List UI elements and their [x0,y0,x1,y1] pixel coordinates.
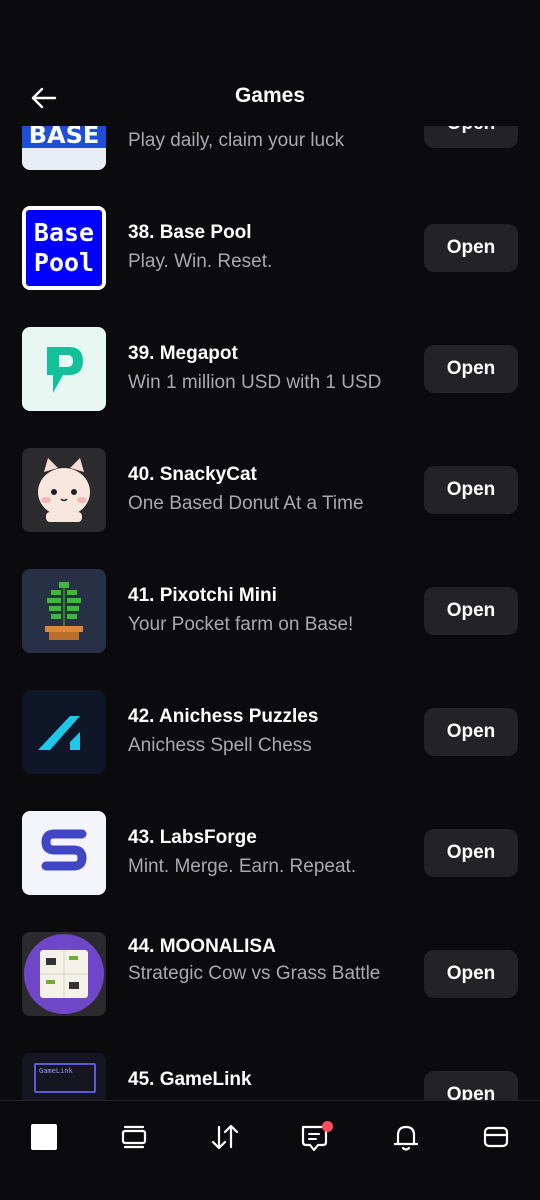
bottom-navigation [0,1100,540,1200]
item-description: Play. Win. Reset. [128,251,273,272]
item-title: 43. LabsForge [128,827,257,848]
open-button[interactable]: Open [424,708,518,756]
item-description: One Based Donut At a Time [128,493,364,514]
gamelink-icon: GameLink [22,1053,106,1100]
open-button[interactable]: Open [424,466,518,514]
item-description: Your Pocket farm on Base! [128,614,354,635]
megapot-icon [22,327,106,411]
anichess-icon [22,690,106,774]
base-pool-logo-line2: Pool [33,248,95,277]
open-button[interactable]: Open [424,1071,518,1100]
item-title: 45. GameLink [128,1069,252,1090]
item-title: 39. Megapot [128,343,238,364]
moonalisa-icon [22,932,106,1016]
home-icon[interactable] [22,1101,66,1173]
list-item[interactable]: 42. Anichess Puzzles Anichess Spell Ches… [22,690,518,774]
swap-icon[interactable] [203,1101,247,1173]
notifications-icon[interactable] [384,1101,428,1173]
open-button[interactable]: Open [424,587,518,635]
open-button[interactable]: Open [424,829,518,877]
item-title: 42. Anichess Puzzles [128,706,319,727]
feed-icon[interactable] [112,1101,156,1173]
list-item[interactable]: Base Pool 38. Base Pool Play. Win. Reset… [22,206,518,290]
labsforge-icon [22,811,106,895]
item-description: Strategic Cow vs Grass Battle [128,963,381,984]
list-item[interactable]: GameLink 45. GameLink Open [22,1053,518,1100]
games-list[interactable]: BASE Play daily, claim your luck Open Ba… [0,0,540,1100]
top-app-bar: Games [0,0,540,126]
gamelink-logo-text: GameLink [34,1063,96,1093]
item-description: Play daily, claim your luck [128,130,345,151]
base-pool-icon: Base Pool [22,206,106,290]
list-item[interactable]: 40. SnackyCat One Based Donut At a Time … [22,448,518,532]
item-title: 44. MOONALISA [128,936,276,957]
notification-dot [322,1121,334,1132]
pixotchi-plant-icon [22,569,106,653]
list-item[interactable]: 44. MOONALISA Strategic Cow vs Grass Bat… [22,932,518,1016]
item-title: 38. Base Pool [128,222,252,243]
wallet-icon[interactable] [474,1101,518,1173]
base-pool-logo-line1: Base [33,218,95,247]
snackycat-icon [22,448,106,532]
item-description: Win 1 million USD with 1 USD [128,372,382,393]
list-item[interactable]: 39. Megapot Win 1 million USD with 1 USD… [22,327,518,411]
open-button[interactable]: Open [424,950,518,998]
item-description: Anichess Spell Chess [128,735,312,756]
item-title: 40. SnackyCat [128,464,257,485]
page-title: Games [234,84,306,107]
open-button[interactable]: Open [424,224,518,272]
list-item[interactable]: 41. Pixotchi Mini Your Pocket farm on Ba… [22,569,518,653]
item-title: 41. Pixotchi Mini [128,585,277,606]
item-description: Mint. Merge. Earn. Repeat. [128,856,357,877]
open-button[interactable]: Open [424,345,518,393]
list-item[interactable]: 43. LabsForge Mint. Merge. Earn. Repeat.… [22,811,518,895]
messages-icon[interactable] [293,1101,337,1173]
